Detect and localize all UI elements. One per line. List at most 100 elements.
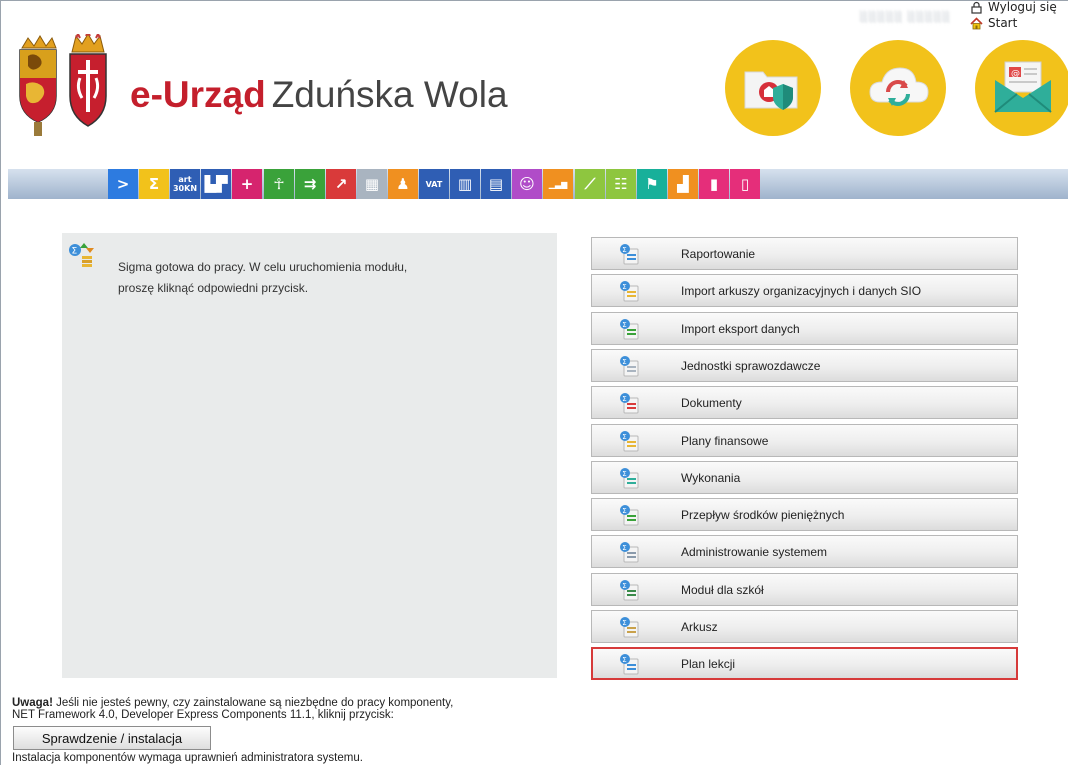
warning-line-1: Jeśli nie jesteś pewny, czy zainstalowan… (52, 697, 454, 709)
toolbar-blocks-button[interactable]: ▟ (668, 169, 698, 199)
cash-flow-icon: Σ (620, 505, 639, 526)
module-button-2[interactable]: Σ Import arkuszy organizacyjnych i danych… (591, 274, 1018, 307)
module-button-8[interactable]: Σ Przepływ środków pieniężnych (591, 498, 1018, 531)
toolbar-kids-icon: ☺ (519, 175, 535, 193)
brand-title: e-Urząd Zduńska Wola (130, 72, 508, 118)
documents-icon: Σ (620, 393, 639, 414)
toolbar-growth-button[interactable]: ↗ (326, 169, 356, 199)
warning-text: Uwaga! Jeśli nie jesteś pewny, czy zains… (12, 697, 572, 721)
toolbar-table-button[interactable]: ▦ (357, 169, 387, 199)
toolbar-buildings-button[interactable]: ▙▛ (201, 169, 231, 199)
home-icon (970, 16, 983, 29)
coat-of-arms-sword-icon (69, 34, 107, 127)
toolbar-vat-button[interactable]: VAT (419, 169, 449, 199)
toolbar-sigma-button[interactable]: Σ (139, 169, 169, 199)
svg-text:Σ: Σ (622, 582, 626, 590)
toolbar-kids-button[interactable]: ☺ (512, 169, 542, 199)
user-name: ░░░░░ ░░░░░ (860, 12, 952, 23)
start-link[interactable]: Start (970, 16, 1017, 30)
svg-text:Σ: Σ (622, 656, 626, 664)
module-label: Import eksport danych (681, 322, 800, 336)
module-button-5[interactable]: Σ Dokumenty (591, 386, 1018, 419)
lesson-plan-icon: Σ (620, 654, 639, 675)
toolbar-arrow-button[interactable]: > (108, 169, 138, 199)
svg-text:Σ: Σ (622, 283, 626, 291)
module-button-4[interactable]: Σ Jednostki sprawozdawcze (591, 349, 1018, 382)
module-button-11[interactable]: Σ Arkusz (591, 610, 1018, 643)
module-button-12[interactable]: Σ Plan lekcji (591, 647, 1018, 680)
coat-of-arms-lion-icon (19, 35, 57, 136)
toolbar-art30kn-button[interactable]: art 30KN (170, 169, 200, 199)
toolbar-vat-icon: VAT (425, 179, 443, 189)
warning-label: Uwaga! (12, 697, 53, 709)
secure-folder-icon (744, 71, 798, 110)
window-left-border (0, 0, 1, 765)
sigma-coins-icon: Σ (69, 243, 94, 267)
logout-label: Wyloguj się (988, 0, 1057, 14)
toolbar-sigma-icon: Σ (148, 175, 160, 193)
svg-text:Σ: Σ (622, 619, 626, 627)
module-label: Moduł dla szkół (681, 583, 764, 597)
sheet-icon: Σ (620, 617, 639, 638)
toolbar-table-icon: ▦ (364, 175, 380, 193)
executions-icon: Σ (620, 468, 639, 489)
check-install-button[interactable]: Sprawdzenie / instalacja (13, 726, 211, 750)
module-label: Arkusz (681, 620, 718, 634)
financial-plans-icon: Σ (620, 431, 639, 452)
info-panel: Σ Sigma gotowa do pracy. W celu uruchomi… (62, 233, 557, 678)
toolbar-arrow-icon: > (116, 175, 130, 193)
sio-import-icon: Σ (620, 281, 639, 302)
toolbar-people-button[interactable]: ☥ (264, 169, 294, 199)
toolbar-line-chart-icon: ⟋ (584, 175, 596, 193)
brand-city: Zduńska Wola (271, 74, 508, 115)
svg-text:Σ: Σ (622, 358, 626, 366)
cloud-sync-button[interactable] (850, 40, 946, 136)
toolbar-page-button[interactable]: ▯ (730, 169, 760, 199)
svg-text:@: @ (1011, 69, 1020, 79)
toolbar-art30kn-icon: art 30KN (172, 175, 198, 193)
info-line-2: proszę kliknąć odpowiedni przycisk. (118, 281, 309, 295)
module-label: Dokumenty (681, 396, 742, 410)
module-button-3[interactable]: Σ Import eksport danych (591, 312, 1018, 345)
svg-text:Σ: Σ (72, 247, 78, 257)
toolbar-plus-button[interactable]: + (232, 169, 262, 199)
toolbar-transfer-icon: ⇉ (303, 175, 317, 193)
warning-line-2: NET Framework 4.0, Developer Express Com… (12, 709, 394, 721)
module-label: Plan lekcji (681, 657, 736, 671)
toolbar-transfer-button[interactable]: ⇉ (295, 169, 325, 199)
toolbar-buildings-icon: ▙▛ (204, 175, 228, 193)
logout-link[interactable]: Wyloguj się (970, 0, 1057, 14)
info-line-1: Sigma gotowa do pracy. W celu uruchomien… (118, 260, 408, 274)
svg-text:Σ: Σ (622, 321, 626, 329)
secure-folder-button[interactable] (725, 40, 821, 136)
toolbar-blocks-icon: ▟ (677, 175, 689, 193)
module-button-6[interactable]: Σ Plany finansowe (591, 424, 1018, 457)
toolbar-people-icon: ☥ (273, 175, 285, 193)
toolbar-bar-chart-button[interactable]: ▁▃▆ (543, 169, 573, 199)
module-button-10[interactable]: Σ Moduł dla szkół (591, 573, 1018, 606)
window-top-border (0, 0, 1068, 1)
module-button-1[interactable]: Σ Raportowanie (591, 237, 1018, 270)
module-button-7[interactable]: Σ Wykonania (591, 461, 1018, 494)
module-button-9[interactable]: Σ Administrowanie systemem (591, 535, 1018, 568)
toolbar-plus-icon: + (240, 175, 254, 193)
module-label: Administrowanie systemem (681, 545, 828, 559)
svg-text:Σ: Σ (622, 507, 626, 515)
toolbar-person-button[interactable]: ♟ (388, 169, 418, 199)
toolbar-book-search-button[interactable]: ▤ (481, 169, 511, 199)
toolbar-desk-button[interactable]: ⚑ (637, 169, 667, 199)
module-label: Przepływ środków pieniężnych (681, 508, 845, 522)
toolbar-label-icon: ▮ (709, 175, 719, 193)
toolbar-line-chart-button[interactable]: ⟋ (575, 169, 605, 199)
toolbar-person-icon: ♟ (396, 175, 410, 193)
toolbar-list-button[interactable]: ☷ (606, 169, 636, 199)
toolbar-bar-chart-icon: ▁▃▆ (548, 179, 568, 189)
system-admin-icon: Σ (620, 542, 639, 563)
email-icon: @ (994, 61, 1052, 113)
units-icon: Σ (620, 356, 639, 377)
toolbar-label-button[interactable]: ▮ (699, 169, 729, 199)
toolbar-desk-icon: ⚑ (645, 175, 659, 193)
toolbar-book-search-icon: ▤ (488, 175, 504, 193)
email-button[interactable]: @ (975, 40, 1068, 136)
toolbar-book-button[interactable]: ▥ (450, 169, 480, 199)
